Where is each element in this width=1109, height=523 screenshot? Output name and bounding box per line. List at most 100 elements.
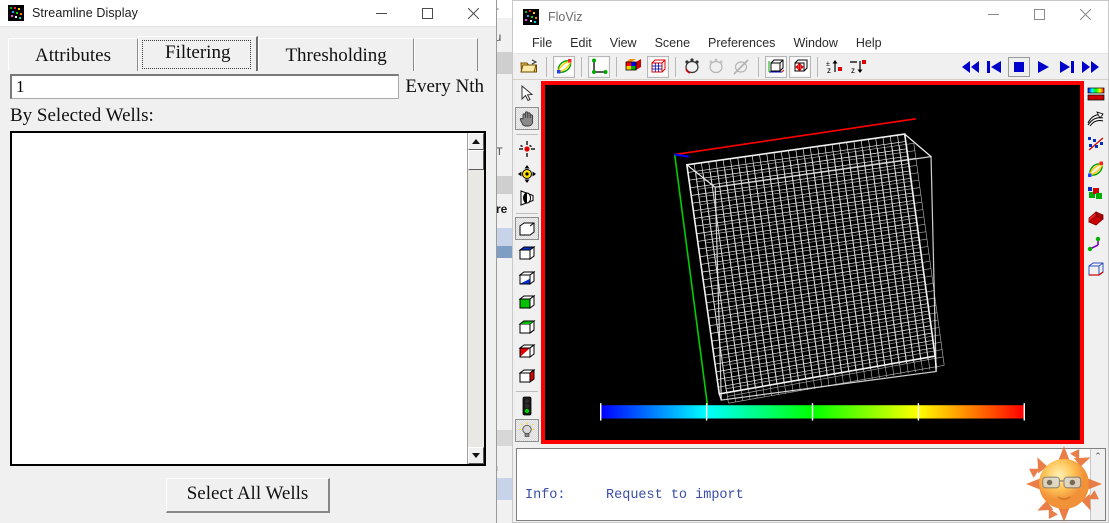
tab-focus-ring bbox=[142, 40, 252, 69]
target-move-icon[interactable] bbox=[515, 163, 539, 185]
app-icon bbox=[8, 5, 24, 21]
streamline-window-controls bbox=[358, 0, 496, 27]
tab-strip-filler bbox=[413, 38, 478, 71]
tab-attributes[interactable]: Attributes bbox=[8, 38, 138, 71]
every-nth-label: Every Nth bbox=[405, 75, 484, 97]
floviz-right-toolbar bbox=[1084, 81, 1108, 444]
scroll-down-arrow-icon[interactable] bbox=[468, 447, 484, 464]
streamline-tab-strip: Attributes Filtering Thresholding bbox=[0, 33, 496, 71]
menu-preferences[interactable]: Preferences bbox=[699, 34, 784, 52]
scrollbar-thumb[interactable] bbox=[468, 150, 484, 170]
light-bulb-icon[interactable] bbox=[515, 419, 539, 442]
app-icon bbox=[523, 8, 539, 25]
cube-red-side-icon[interactable] bbox=[515, 340, 539, 362]
streamline-title-bar[interactable]: Streamline Display bbox=[0, 0, 496, 27]
menu-edit[interactable]: Edit bbox=[561, 34, 601, 52]
wells-button-row: Select All Wells bbox=[10, 478, 486, 513]
console-scrollbar[interactable]: ⌃ bbox=[1090, 449, 1105, 520]
floviz-left-toolbar bbox=[513, 81, 541, 444]
tab-filtering[interactable]: Filtering bbox=[138, 36, 259, 71]
streamline-title: Streamline Display bbox=[32, 6, 139, 20]
center-view-icon[interactable] bbox=[789, 55, 811, 78]
fault-surface-icon[interactable] bbox=[1085, 208, 1107, 230]
wells-listbox[interactable] bbox=[10, 131, 486, 466]
3d-grid-viewport[interactable] bbox=[541, 81, 1084, 444]
cube-blue-top-icon[interactable] bbox=[515, 242, 539, 264]
floviz-main-area bbox=[513, 81, 1108, 444]
grid-scene bbox=[545, 85, 1080, 440]
tab-thresholding[interactable]: Thresholding bbox=[258, 38, 414, 71]
svg-text:z: z bbox=[851, 66, 855, 75]
z-up-icon[interactable]: ± z bbox=[824, 56, 846, 78]
no-rotate-icon bbox=[730, 56, 752, 78]
fast-forward-button[interactable] bbox=[1080, 57, 1102, 77]
every-nth-row: Every Nth bbox=[10, 74, 486, 99]
cube-wireframe-icon[interactable] bbox=[515, 217, 539, 241]
perspective-icon[interactable] bbox=[515, 187, 539, 209]
stop-button[interactable] bbox=[1008, 56, 1030, 77]
floviz-window: FloViz File Edit View Scene Preferences … bbox=[512, 0, 1109, 523]
floviz-message-console[interactable]: Info: Request to import Info: Scratch fi… bbox=[516, 448, 1106, 521]
well-path-icon[interactable] bbox=[1085, 233, 1107, 255]
maximize-icon[interactable] bbox=[404, 0, 450, 27]
every-nth-input[interactable] bbox=[10, 74, 400, 99]
filtering-panel: Every Nth By Selected Wells: Select All … bbox=[0, 71, 496, 523]
arrow-select-icon[interactable] bbox=[515, 83, 539, 105]
floviz-title-bar[interactable]: FloViz bbox=[513, 1, 1108, 32]
cube-blue-side-icon[interactable] bbox=[515, 267, 539, 289]
grid-cube-icon[interactable] bbox=[647, 55, 669, 78]
axes-icon[interactable] bbox=[588, 55, 610, 78]
console-line: Info: Request to import bbox=[525, 488, 744, 503]
streamline-display-window: Streamline Display Attributes Filtering bbox=[0, 0, 497, 523]
close-icon[interactable] bbox=[1062, 1, 1108, 28]
cube-red-face-icon[interactable] bbox=[515, 364, 539, 386]
play-button[interactable] bbox=[1032, 57, 1054, 77]
cube-green-side-icon[interactable] bbox=[515, 315, 539, 337]
floviz-toolbar: ± z z bbox=[513, 54, 1108, 80]
by-selected-wells-label: By Selected Wells: bbox=[10, 105, 154, 126]
streamline-loop-icon[interactable] bbox=[1085, 158, 1107, 180]
color-legend bbox=[600, 403, 1025, 421]
svg-text:z: z bbox=[827, 66, 831, 75]
rotate-disabled-icon bbox=[706, 56, 728, 78]
select-all-wells-button[interactable]: Select All Wells bbox=[165, 478, 331, 513]
scatter-line-icon[interactable] bbox=[1085, 133, 1107, 155]
seed-point-icon[interactable] bbox=[515, 138, 539, 160]
grid-outline-icon[interactable] bbox=[1085, 258, 1107, 280]
wells-list[interactable] bbox=[12, 133, 467, 464]
menu-scene[interactable]: Scene bbox=[646, 34, 699, 52]
floviz-menu-bar: File Edit View Scene Preferences Window … bbox=[513, 32, 1108, 54]
floviz-window-controls bbox=[970, 1, 1108, 28]
scroll-up-arrow-icon[interactable] bbox=[468, 133, 484, 150]
step-forward-button[interactable] bbox=[1056, 57, 1078, 77]
menu-window[interactable]: Window bbox=[784, 34, 846, 52]
menu-help[interactable]: Help bbox=[847, 34, 891, 52]
bounding-box-icon[interactable] bbox=[765, 55, 787, 78]
colormap-bars-icon[interactable] bbox=[1085, 83, 1107, 105]
close-icon[interactable] bbox=[450, 0, 496, 27]
cube-green-top-icon[interactable] bbox=[515, 291, 539, 313]
scroll-up-arrow-icon[interactable]: ⌃ bbox=[1091, 449, 1105, 463]
menu-view[interactable]: View bbox=[601, 34, 646, 52]
tab-thresholding-label: Thresholding bbox=[285, 45, 387, 66]
z-down-icon[interactable]: z bbox=[848, 56, 870, 78]
maximize-icon[interactable] bbox=[1016, 1, 1062, 28]
menu-file[interactable]: File bbox=[523, 34, 561, 52]
property-blocks-icon[interactable] bbox=[1085, 183, 1107, 205]
hand-pan-icon[interactable] bbox=[515, 107, 539, 131]
contour-icon[interactable] bbox=[1085, 108, 1107, 130]
traffic-light-icon[interactable] bbox=[515, 395, 539, 417]
minimize-icon[interactable] bbox=[970, 1, 1016, 28]
streamline-icon[interactable] bbox=[553, 55, 575, 78]
color-cube-icon[interactable] bbox=[623, 56, 645, 78]
rewind-to-start-button[interactable] bbox=[960, 57, 982, 77]
console-text: Info: Request to import Info: Scratch fi… bbox=[517, 449, 1090, 520]
tab-attributes-label: Attributes bbox=[35, 45, 111, 66]
playback-controls bbox=[960, 56, 1108, 77]
floviz-title: FloViz bbox=[548, 9, 583, 24]
wells-scrollbar[interactable] bbox=[467, 133, 484, 464]
open-folder-icon[interactable] bbox=[518, 56, 540, 78]
rotate-icon[interactable] bbox=[682, 56, 704, 78]
minimize-icon[interactable] bbox=[358, 0, 404, 27]
step-back-button[interactable] bbox=[984, 57, 1006, 77]
